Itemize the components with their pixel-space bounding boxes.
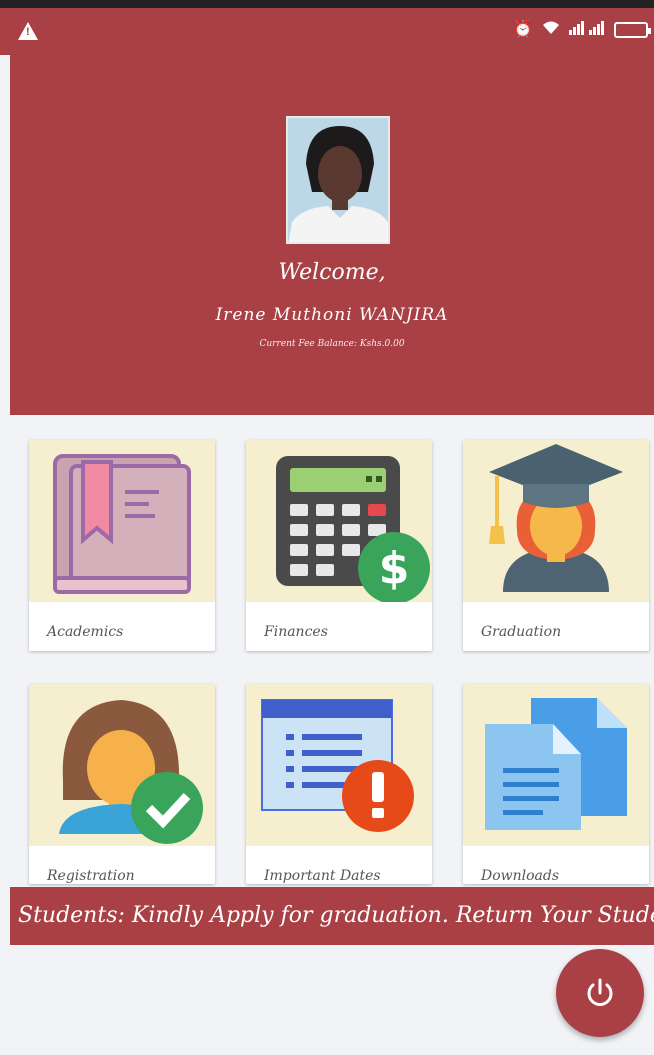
alarm-icon: ⏰ — [513, 21, 533, 38]
profile-header: Welcome, Irene Muthoni WANJIRA Current F… — [10, 55, 654, 415]
student-name: Irene Muthoni WANJIRA — [215, 305, 449, 325]
signal-icon — [569, 21, 605, 39]
status-icons: ⏰ — [513, 20, 651, 40]
tile-label: Downloads — [481, 868, 560, 884]
book-icon — [29, 440, 215, 602]
calendar-alert-icon — [246, 684, 432, 846]
calculator-icon: $ — [246, 440, 432, 604]
fee-balance: Current Fee Balance: Kshs.0.00 — [259, 339, 405, 349]
tile-label: Academics — [47, 624, 124, 640]
tile-registration[interactable]: Registration — [29, 684, 215, 884]
student-check-icon — [29, 684, 215, 846]
tile-label: Finances — [264, 624, 328, 640]
tile-graduation[interactable]: Graduation — [463, 440, 649, 651]
battery-icon — [614, 22, 651, 38]
welcome-text: Welcome, — [278, 260, 386, 285]
avatar — [286, 116, 390, 244]
documents-icon — [463, 684, 649, 846]
tile-label: Graduation — [481, 624, 562, 640]
status-bar: ⏰ — [0, 0, 654, 55]
svg-text:$: $ — [379, 543, 410, 594]
announcement-marquee: Students: Kindly Apply for graduation. R… — [10, 887, 654, 945]
tile-downloads[interactable]: Downloads — [463, 684, 649, 884]
tile-important-dates[interactable]: Important Dates — [246, 684, 432, 884]
tile-label: Registration — [47, 868, 135, 884]
wifi-icon — [542, 20, 560, 40]
power-icon — [587, 978, 613, 1006]
graduate-icon — [463, 440, 649, 602]
tile-academics[interactable]: Academics — [29, 440, 215, 651]
logout-button[interactable] — [556, 949, 644, 1037]
tile-label: Important Dates — [264, 868, 381, 884]
warning-icon — [18, 22, 38, 40]
tile-finances[interactable]: $ Finances — [246, 440, 432, 651]
